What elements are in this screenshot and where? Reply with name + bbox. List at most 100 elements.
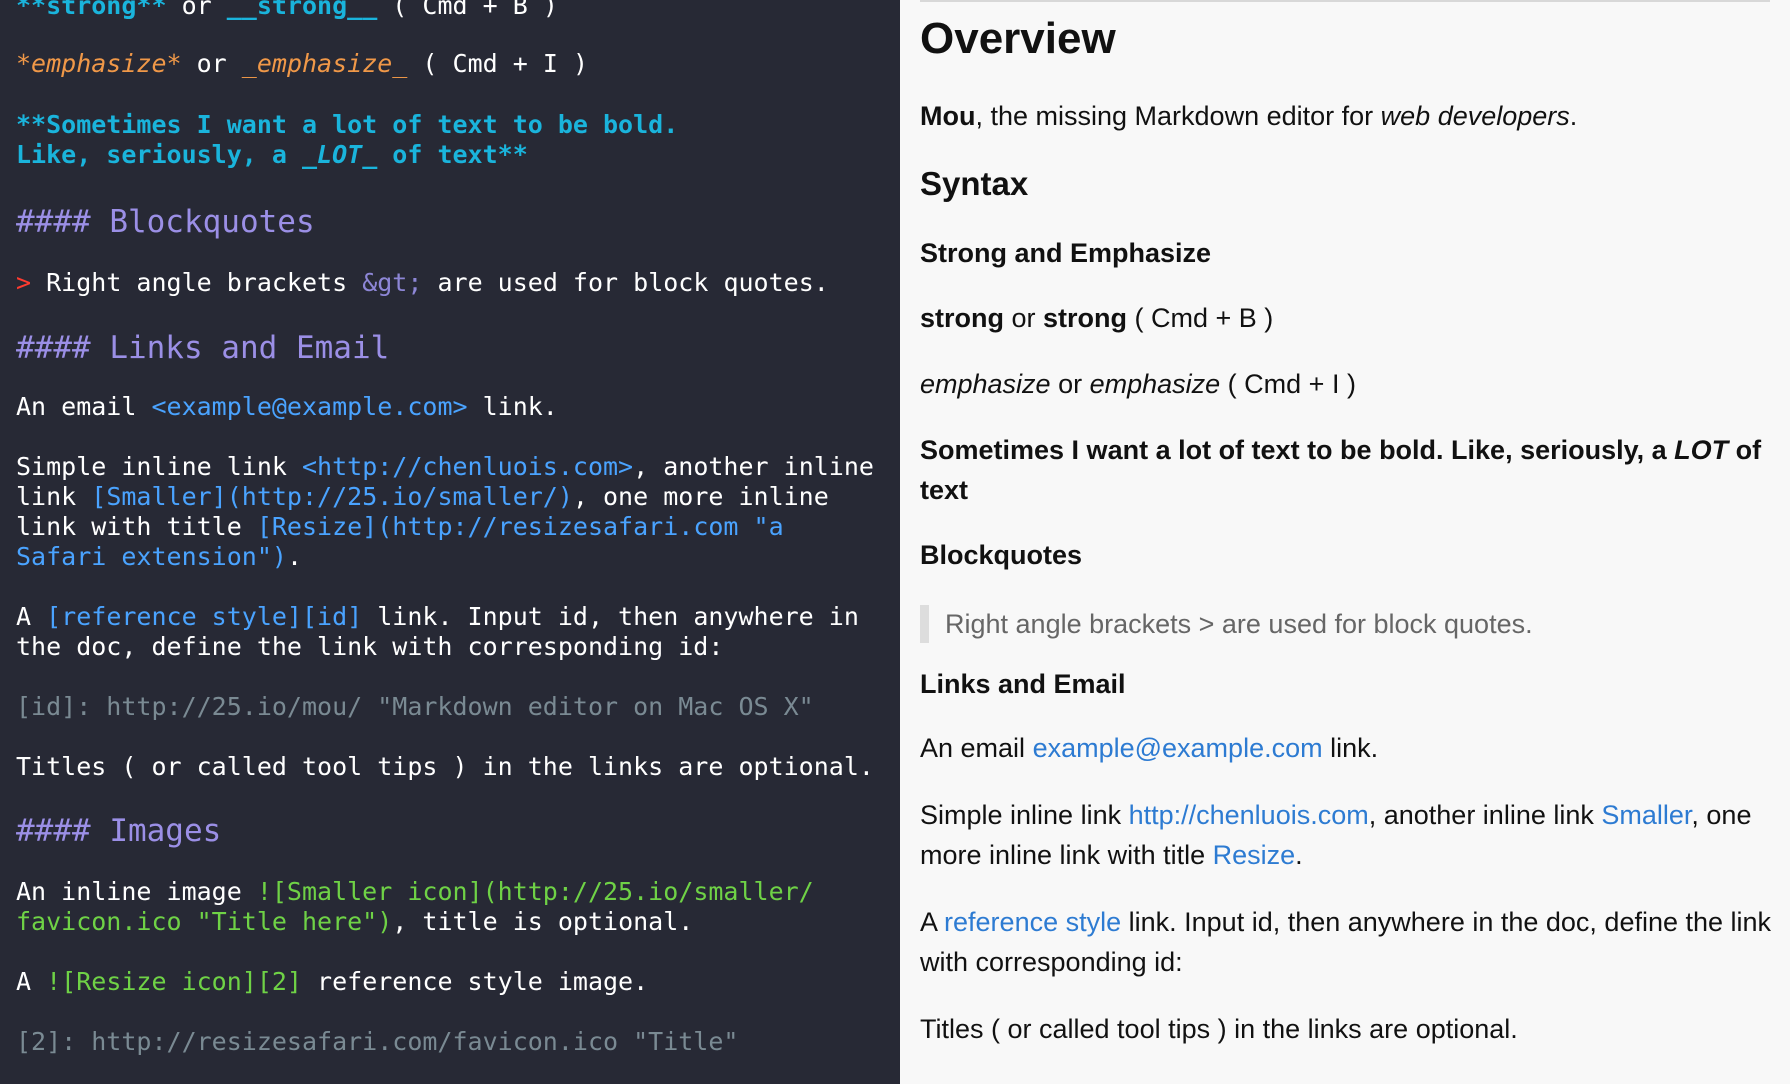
preview-text: more inline link with title	[920, 840, 1213, 870]
preview-text: , the missing Markdown editor for	[975, 101, 1381, 131]
preview-bold-text: Sometimes I want a lot of text to be bol…	[920, 435, 1675, 465]
editor-line-image-3[interactable]: A ![Resize icon][2] reference style imag…	[16, 967, 648, 997]
editor-text: Right angle brackets	[31, 268, 363, 297]
editor-line-titles[interactable]: Titles ( or called tool tips ) in the li…	[16, 752, 874, 782]
chenluois-link[interactable]: http://chenluois.com	[1129, 800, 1369, 830]
ref-link-syntax: [reference style][id]	[46, 602, 363, 631]
reference-style-link[interactable]: reference style	[944, 907, 1121, 937]
editor-text: An inline image	[16, 877, 257, 906]
editor-line-ref-2[interactable]: the doc, define the link with correspond…	[16, 632, 723, 662]
preview-top-divider	[920, 0, 1770, 2]
preview-text: .	[1295, 840, 1303, 870]
link-syntax: [Resize](http://resizesafari.com "a	[256, 512, 784, 541]
image-ref-syntax: ![Resize icon][2]	[46, 967, 302, 996]
editor-line-emphasize[interactable]: *emphasize* or _emphasize_ ( Cmd + I )	[16, 49, 588, 79]
editor-line-email[interactable]: An email <example@example.com> link.	[16, 392, 558, 422]
editor-line-inline-2[interactable]: link [Smaller](http://25.io/smaller/), o…	[16, 482, 829, 512]
preview-reference-line-1: A reference style link. Input id, then a…	[920, 902, 1780, 942]
editor-text: , title is optional.	[392, 907, 694, 936]
editor-text: link.	[467, 392, 558, 421]
preview-heading-syntax: Syntax	[920, 165, 1029, 202]
preview-emphasis-text: web developers	[1380, 101, 1570, 131]
link-syntax: [Smaller](http://25.io/smaller/)	[91, 482, 573, 511]
editor-line-inline-3[interactable]: link with title [Resize](http://resizesa…	[16, 512, 784, 542]
preview-inline-links-line-1: Simple inline link http://chenluois.com,…	[920, 795, 1780, 835]
editor-text: reference style image.	[301, 967, 649, 996]
preview-bold-text: strong	[920, 303, 1004, 333]
editor-text: link. Input id, then anywhere in	[362, 602, 859, 631]
preview-heading-overview: Overview	[920, 14, 1116, 63]
preview-emphasize-line: emphasize or emphasize ( Cmd + I )	[920, 364, 1780, 404]
email-link-syntax: <example@example.com>	[151, 392, 468, 421]
preview-text: link. Input id, then anywhere in the doc…	[1121, 907, 1772, 937]
image-syntax: favicon.ico "Title here")	[16, 907, 393, 936]
em-syntax-2: _emphasize_	[241, 49, 408, 78]
em-syntax-1: *emphasize*	[16, 49, 182, 78]
strong-syntax-1: **strong**	[16, 0, 167, 20]
editor-line-inline-4[interactable]: Safari extension").	[16, 542, 302, 572]
editor-text: , another inline	[633, 452, 874, 481]
preview-bold-text: Mou	[920, 101, 976, 131]
strong-syntax: of text**	[377, 140, 528, 169]
image-syntax: ![Smaller icon](http://25.io/smaller/	[256, 877, 814, 906]
resize-link[interactable]: Resize	[1213, 840, 1296, 870]
editor-heading-images[interactable]: #### Images	[16, 813, 221, 849]
preview-emphasis-text: emphasize	[1089, 369, 1221, 399]
link-syntax: Safari extension")	[16, 542, 287, 571]
editor-text: An email	[16, 392, 152, 421]
preview-heading-links-email: Links and Email	[920, 669, 1126, 699]
editor-line-bold-2[interactable]: Like, seriously, a _LOT_ of text**	[16, 140, 528, 170]
preview-intro-paragraph: Mou, the missing Markdown editor for web…	[920, 96, 1780, 136]
preview-text: ( Cmd + I )	[1220, 369, 1356, 399]
mou-editor-window: **strong** or __strong__ ( Cmd + B ) *em…	[0, 0, 1790, 1084]
preview-blockquote: Right angle brackets > are used for bloc…	[920, 605, 1780, 643]
preview-heading-blockquotes: Blockquotes	[920, 540, 1083, 570]
editor-line-bold-1[interactable]: **Sometimes I want a lot of text to be b…	[16, 110, 678, 140]
blockquote-bar	[920, 605, 929, 643]
editor-text: A	[16, 967, 47, 996]
preview-text: , one	[1691, 800, 1752, 830]
editor-line-ref-1[interactable]: A [reference style][id] link. Input id, …	[16, 602, 859, 632]
strong-syntax-2: __strong__	[226, 0, 378, 20]
editor-text: ( Cmd + I )	[407, 49, 588, 78]
preview-strong-line: strong or strong ( Cmd + B )	[920, 298, 1780, 338]
preview-heading-strong-emphasize: Strong and Emphasize	[920, 238, 1212, 268]
editor-line-strong[interactable]: **strong** or __strong__ ( Cmd + B )	[16, 0, 558, 21]
em-in-strong-syntax: _LOT_	[301, 140, 378, 169]
preview-reference-line-2: with corresponding id:	[920, 947, 1183, 977]
editor-text: or	[166, 0, 227, 20]
preview-text: An email	[920, 733, 1033, 763]
editor-line-image-1[interactable]: An inline image ![Smaller icon](http://2…	[16, 877, 814, 907]
preview-text: .	[1569, 101, 1578, 131]
email-link[interactable]: example@example.com	[1033, 733, 1323, 763]
editor-text: Simple inline link	[16, 452, 302, 481]
preview-email-paragraph: An email example@example.com link.	[920, 728, 1780, 768]
preview-text: link.	[1322, 733, 1379, 763]
editor-line-image-definition[interactable]: [2]: http://resizesafari.com/favicon.ico…	[16, 1027, 738, 1057]
preview-emphasis-text: emphasize	[920, 369, 1051, 399]
preview-text: A	[920, 907, 945, 937]
editor-line-image-2[interactable]: favicon.ico "Title here"), title is opti…	[16, 907, 693, 937]
preview-bold-italic-text: LOT	[1674, 435, 1729, 465]
preview-text: , another inline link	[1368, 800, 1602, 830]
editor-line-ref-definition[interactable]: [id]: http://25.io/mou/ "Markdown editor…	[16, 692, 814, 722]
blockquote-text: Right angle brackets > are used for bloc…	[945, 609, 1533, 639]
editor-line-inline-1[interactable]: Simple inline link <http://chenluois.com…	[16, 452, 874, 482]
preview-text: or	[1004, 303, 1044, 333]
markdown-editor-pane[interactable]: **strong** or __strong__ ( Cmd + B ) *em…	[0, 0, 900, 1084]
editor-text: ( Cmd + B )	[377, 0, 558, 20]
quote-marker: >	[16, 268, 32, 297]
editor-text: A	[16, 602, 47, 631]
editor-line-quote[interactable]: > Right angle brackets &gt; are used for…	[16, 268, 829, 298]
preview-inline-links-line-2: more inline link with title Resize.	[920, 835, 1780, 875]
editor-text: are used for block quotes.	[422, 268, 829, 297]
smaller-link[interactable]: Smaller	[1601, 800, 1691, 830]
link-syntax: <http://chenluois.com>	[301, 452, 634, 481]
editor-text: .	[286, 542, 302, 571]
strong-syntax: Like, seriously, a	[16, 140, 302, 169]
preview-text: Simple inline link	[920, 800, 1129, 830]
preview-bold-paragraph-line-1: Sometimes I want a lot of text to be bol…	[920, 430, 1780, 470]
preview-bold-paragraph-line-2: text	[920, 475, 969, 505]
editor-heading-blockquotes[interactable]: #### Blockquotes	[16, 204, 315, 240]
editor-heading-links[interactable]: #### Links and Email	[16, 330, 389, 366]
